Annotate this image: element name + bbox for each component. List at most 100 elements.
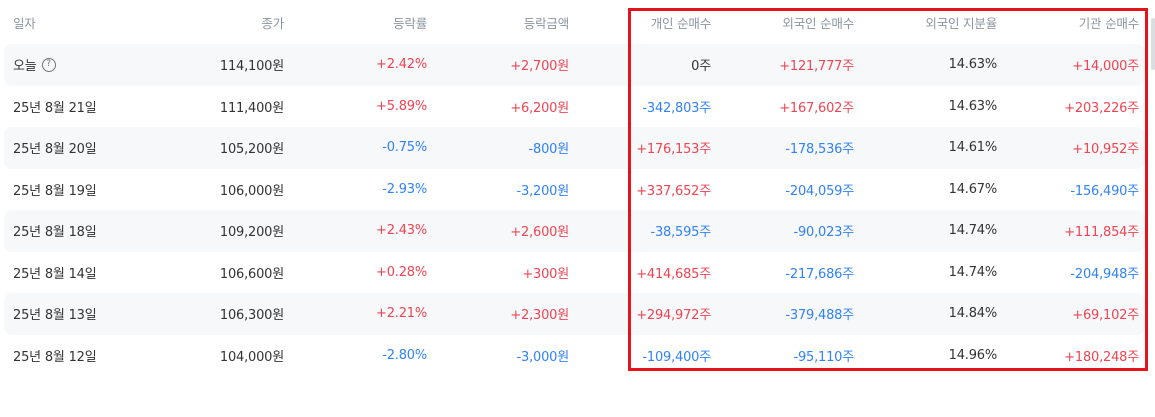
change-amount-cell-text: -3,000원 [516,349,570,365]
foreign-ownership-cell-text: 14.74% [948,264,998,280]
foreign-ownership-cell: 14.63% [857,86,998,128]
institution-net-buy-cell-text: -156,490주 [1070,183,1139,199]
foreign-ownership-cell: 14.61% [857,127,998,169]
foreign-net-buy-cell: -217,686주 [714,252,854,294]
change-rate-cell: -0.75% [287,127,427,169]
close-price-cell: 114,100원 [144,44,284,86]
close-price-cell: 104,000원 [144,335,284,377]
institution-net-buy-cell-text: +203,226주 [1064,100,1139,116]
individual-net-buy-cell-text: +337,652주 [636,183,711,199]
close-price-cell-text: 109,200원 [219,225,284,241]
institution-net-buy-cell-text: +10,952주 [1072,142,1139,158]
foreign-ownership-cell-text: 14.63% [948,57,998,73]
foreign-net-buy-cell: -95,110주 [714,335,854,377]
foreign-ownership-cell-text: 14.74% [948,223,998,239]
table-row: 25년 8월 12일 104,000원 -2.80% -3,000원 -109,400주… [4,335,1145,377]
table-row: 25년 8월 14일 106,600원 +0.28% +300원 +414,685주 -2… [4,252,1145,294]
institution-net-buy-cell: +10,952주 [999,127,1139,169]
institution-net-buy-cell: +14,000주 [999,44,1139,86]
change-amount-cell: -3,200원 [429,169,570,211]
change-amount-cell: +2,700원 [429,44,569,86]
individual-net-buy-cell: +414,685주 [571,252,711,294]
change-amount-cell: +6,200원 [429,86,569,128]
individual-net-buy-cell: -342,803주 [571,86,711,128]
foreign-ownership-cell: 14.67% [857,169,998,211]
foreign-net-buy-cell-text: +167,602주 [779,100,854,116]
header-foreign-ownership[interactable]: 외국인 지분율 [857,0,997,44]
change-rate-cell-text: +2.21% [376,306,427,322]
scrollbar[interactable] [1151,18,1155,70]
change-rate-cell: -2.93% [287,169,427,211]
foreign-ownership-cell: 14.84% [857,293,998,335]
institution-net-buy-cell: -204,948주 [999,252,1139,294]
header-close-price[interactable]: 종가 [144,0,284,44]
institution-net-buy-cell: -156,490주 [999,169,1139,211]
individual-net-buy-cell: 0주 [571,44,711,86]
foreign-ownership-cell-text: 14.63% [948,98,998,114]
date-cell-text: 25년 8월 20일 [13,142,97,158]
change-amount-cell: -3,000원 [429,335,570,377]
individual-net-buy-cell-text: -342,803주 [642,100,711,116]
foreign-net-buy-cell: +121,777주 [714,44,854,86]
date-cell-text: 25년 8월 13일 [13,308,97,324]
table-row: 25년 8월 20일 105,200원 -0.75% -800원 +176,153주 -1… [4,127,1145,169]
individual-net-buy-cell: -38,595주 [571,210,711,252]
foreign-net-buy-cell-text: -95,110주 [793,349,854,365]
close-price-cell-text: 104,000원 [219,349,284,365]
change-amount-cell-text: -800원 [528,142,570,158]
foreign-net-buy-cell-text: -178,536주 [785,142,854,158]
close-price-cell-text: 106,600원 [219,266,284,282]
individual-net-buy-cell: +337,652주 [571,169,711,211]
foreign-ownership-cell: 14.74% [857,252,998,294]
change-rate-cell: +2.42% [287,44,427,86]
change-rate-cell-text: -0.75% [382,140,427,156]
header-foreign-net-buy[interactable]: 외국인 순매수 [714,0,854,44]
foreign-ownership-cell: 14.74% [857,210,998,252]
change-amount-cell-text: +2,600원 [510,225,569,241]
change-amount-cell: -800원 [429,127,570,169]
foreign-net-buy-cell-text: -204,059주 [785,183,854,199]
institution-net-buy-cell: +203,226주 [999,86,1139,128]
change-rate-cell: +0.28% [287,252,427,294]
close-price-cell-text: 106,300원 [219,308,284,324]
foreign-ownership-cell: 14.63% [857,44,998,86]
header-institution-net-buy[interactable]: 기관 순매수 [999,0,1139,44]
change-amount-cell: +2,600원 [429,210,569,252]
foreign-net-buy-cell-text: -90,023주 [793,225,854,241]
header-change-rate[interactable]: 등락률 [287,0,427,44]
change-rate-cell: +2.21% [287,293,427,335]
change-amount-cell-text: +6,200원 [510,100,569,116]
individual-net-buy-cell-text: +294,972주 [636,308,711,324]
change-rate-cell-text: +2.42% [376,57,427,73]
question-circle-icon[interactable]: ? [41,57,56,72]
change-rate-cell: +2.43% [287,210,427,252]
foreign-ownership-cell-text: 14.96% [948,347,998,363]
foreign-net-buy-cell-text: +121,777주 [779,59,854,75]
foreign-net-buy-cell: -204,059주 [714,169,854,211]
header-individual-net-buy[interactable]: 개인 순매수 [571,0,711,44]
change-rate-cell-text: +2.43% [376,223,427,239]
individual-net-buy-cell-text: +414,685주 [636,266,711,282]
close-price-cell: 106,300원 [144,293,284,335]
institution-net-buy-cell: +180,248주 [999,335,1139,377]
close-price-cell: 106,600원 [144,252,284,294]
foreign-net-buy-cell: -90,023주 [714,210,854,252]
change-rate-cell: +5.89% [287,86,427,128]
date-cell-text: 25년 8월 18일 [13,225,97,241]
foreign-ownership-cell-text: 14.84% [948,306,998,322]
date-cell-text: 25년 8월 19일 [13,183,97,199]
table-row: 25년 8월 13일 106,300원 +2.21% +2,300원 +294,972주… [4,293,1145,335]
date-cell-text: 오늘 [13,59,37,75]
close-price-cell: 111,400원 [144,86,284,128]
header-change-amount[interactable]: 등락금액 [429,0,569,44]
foreign-net-buy-cell: -178,536주 [714,127,854,169]
foreign-net-buy-cell: -379,488주 [714,293,854,335]
close-price-cell: 109,200원 [144,210,284,252]
individual-net-buy-cell-text: -38,595주 [650,225,711,241]
foreign-ownership-cell-text: 14.61% [948,140,998,156]
institution-net-buy-cell-text: +14,000주 [1072,59,1139,75]
individual-net-buy-cell-text: -109,400주 [642,349,711,365]
foreign-net-buy-cell-text: -379,488주 [785,308,854,324]
change-amount-cell: +300원 [429,252,569,294]
date-cell-text: 25년 8월 12일 [13,349,97,365]
